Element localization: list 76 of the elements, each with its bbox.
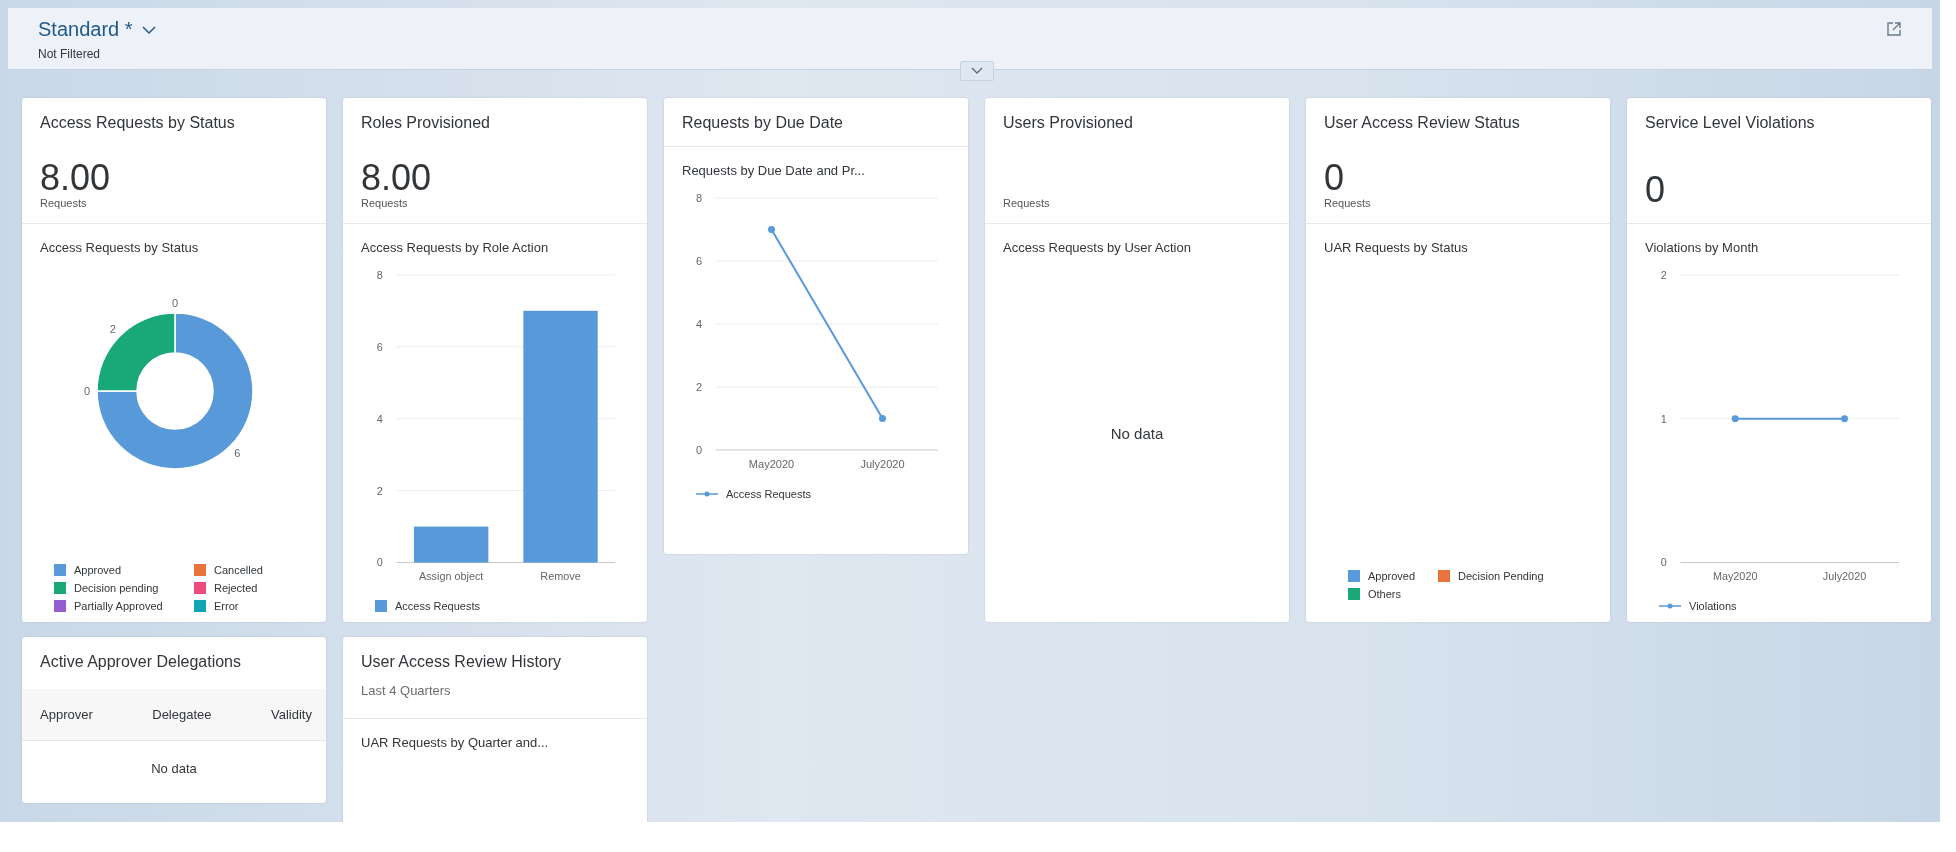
axis-label: 8 [376,268,383,281]
legend-label: Rejected [214,582,258,594]
card-title: User Access Review Status [1324,114,1521,132]
legend-label: Cancelled [214,564,263,576]
axis-label: 2 [1660,268,1667,281]
axis-label: 2 [376,484,383,497]
data-point [1731,415,1739,423]
card-subtitle: Last 4 Quarters [361,683,452,698]
kpi-unit: Requests [361,197,409,209]
legend-label: Violations [1689,600,1737,612]
axis-label: Assign object [418,570,484,583]
card-title: User Access Review History [361,653,563,671]
axis-label: May2020 [1712,570,1758,583]
chart-title: Violations by Month [1645,240,1760,255]
chart-title: UAR Requests by Status [1324,240,1469,255]
card-title: Users Provisioned [1003,114,1134,132]
axis-label: 0 [695,444,702,456]
axis-label: 2 [695,381,702,393]
card-title: Active Approver Delegations [40,653,242,671]
legend-label: Access Requests [726,488,811,500]
column-header: Delegatee [152,707,212,722]
axis-label: 1 [1660,412,1667,425]
share-icon[interactable] [1886,20,1902,37]
data-label: 2 [109,322,116,335]
no-data-message: No data [150,760,198,778]
axis-label: July2020 [1822,570,1867,583]
axis-label: 4 [695,318,702,330]
kpi-value: 8.00 [40,159,112,197]
legend-label: Approved [74,564,122,576]
card-title: Access Requests by Status [40,114,236,132]
legend-label: Approved [1368,570,1416,582]
axis-label: 8 [695,192,702,204]
data-label: 0 [171,297,179,309]
axis-label: July2020 [860,458,905,470]
card-title: Service Level Violations [1645,114,1816,132]
legend-line-icon [696,490,718,498]
legend-label: Decision Pending [1458,570,1544,582]
data-label: 0 [83,385,91,397]
card-title: Requests by Due Date [682,114,844,132]
chart-title: UAR Requests by Quarter and... [361,735,550,750]
kpi-value: 8.00 [361,159,433,197]
data-point [879,415,886,422]
chart-title: Access Requests by Status [40,240,200,255]
kpi-value: 0 [1645,171,1667,209]
no-data-message: No data [1109,425,1165,442]
chevron-down-icon [971,67,983,75]
axis-label: 6 [376,340,383,353]
data-label: 6 [234,447,241,460]
legend-label: Others [1368,588,1401,600]
axis-label: 6 [695,255,702,267]
axis-label: 0 [376,556,383,569]
filter-status-text: Not Filtered [38,47,102,61]
kpi-unit: Requests [1324,197,1372,209]
card-title: Roles Provisioned [361,114,491,132]
variant-selector[interactable]: Standard * [38,18,157,41]
data-point [1841,415,1848,423]
column-header: Approver [40,707,93,722]
legend-label: Access Requests [395,600,480,612]
legend-label: Decision pending [74,582,159,594]
chart-title: Requests by Due Date and Pr... [682,163,866,178]
data-point [768,226,775,233]
kpi-unit: Requests [40,197,88,209]
axis-label: Remove [540,570,581,583]
axis-label: 0 [1660,556,1667,569]
legend-line-icon [1659,602,1681,610]
chart-title: Access Requests by User Action [1003,240,1192,255]
axis-label: May2020 [748,458,795,470]
chevron-down-icon [140,24,157,35]
axis-label: 4 [376,412,383,425]
column-header: Validity [271,707,312,722]
legend-label: Partially Approved [74,600,163,612]
legend-label: Error [214,600,239,612]
legend-swatch [375,600,387,612]
kpi-value: 0 [1324,159,1346,197]
chart-title: Access Requests by Role Action [361,240,550,255]
kpi-unit: Requests [1003,197,1051,209]
